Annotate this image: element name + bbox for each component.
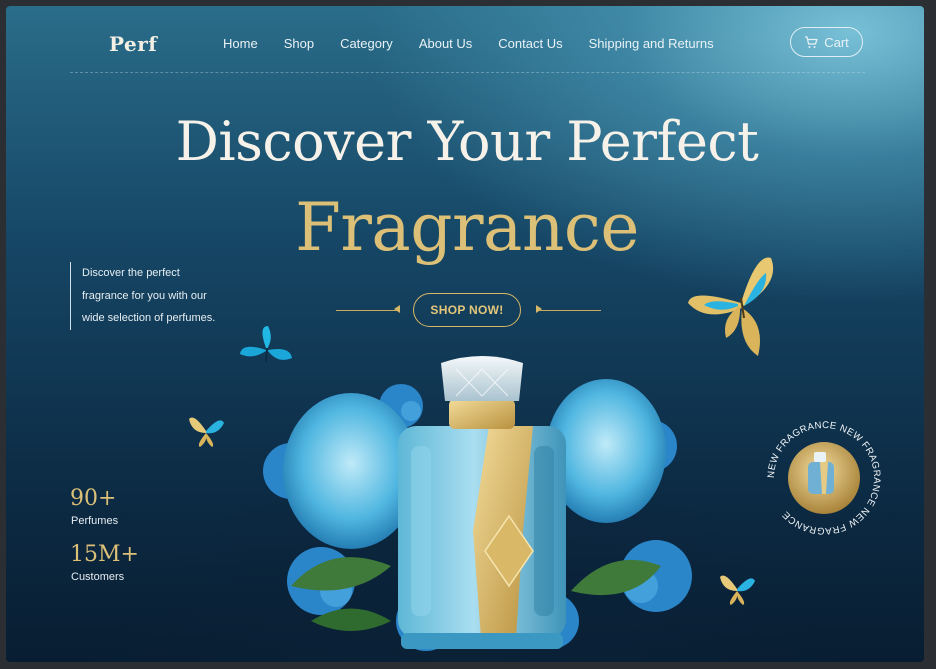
description-line: fragrance for you with our: [82, 289, 207, 302]
nav-contact-us[interactable]: Contact Us: [498, 36, 562, 51]
butterfly-blue-illustration: [240, 326, 292, 363]
description-line: wide selection of perfumes.: [82, 312, 216, 324]
main-nav: Home Shop Category About Us Contact Us S…: [223, 36, 714, 51]
cart-icon: [805, 35, 818, 48]
stat-customers-value: 15M+: [70, 542, 139, 567]
hero-title: Discover Your Perfect: [175, 110, 759, 173]
nav-category[interactable]: Category: [340, 36, 393, 51]
cta-group: SHOP NOW!: [336, 293, 601, 327]
nav-shop[interactable]: Shop: [284, 36, 314, 51]
nav-shipping-returns[interactable]: Shipping and Returns: [589, 36, 714, 51]
nav-about-us[interactable]: About Us: [419, 36, 472, 51]
butterfly-corner-illustration: [720, 575, 755, 605]
cta-line-right: [539, 310, 601, 311]
cart-button[interactable]: Cart: [790, 27, 863, 57]
stat-perfumes-label: Perfumes: [71, 515, 119, 527]
stat-perfumes-value: 90+: [70, 486, 117, 511]
shop-now-button[interactable]: SHOP NOW!: [413, 293, 521, 327]
arrow-left-icon: [394, 305, 400, 313]
nav-home[interactable]: Home: [223, 36, 258, 51]
butterfly-large-illustration: [688, 257, 774, 356]
page-frame: Perf Home Shop Category About Us Contact…: [6, 6, 924, 662]
brand-logo[interactable]: Perf: [109, 32, 157, 56]
hero-description: Discover the perfect fragrance for you w…: [70, 262, 242, 330]
arrow-right-icon: [536, 305, 542, 313]
new-fragrance-badge[interactable]: NEW FRAGRANCE NEW FRAGRANCE NEW FRAGRANC…: [762, 416, 886, 540]
stat-customers-label: Customers: [71, 571, 125, 583]
description-line: Discover the perfect: [82, 267, 180, 279]
cta-line-left: [336, 310, 398, 311]
nav-divider: [70, 72, 865, 73]
cart-label: Cart: [824, 34, 849, 50]
butterfly-small-illustration: [189, 417, 224, 447]
perfume-bottle-illustration: [263, 356, 692, 651]
